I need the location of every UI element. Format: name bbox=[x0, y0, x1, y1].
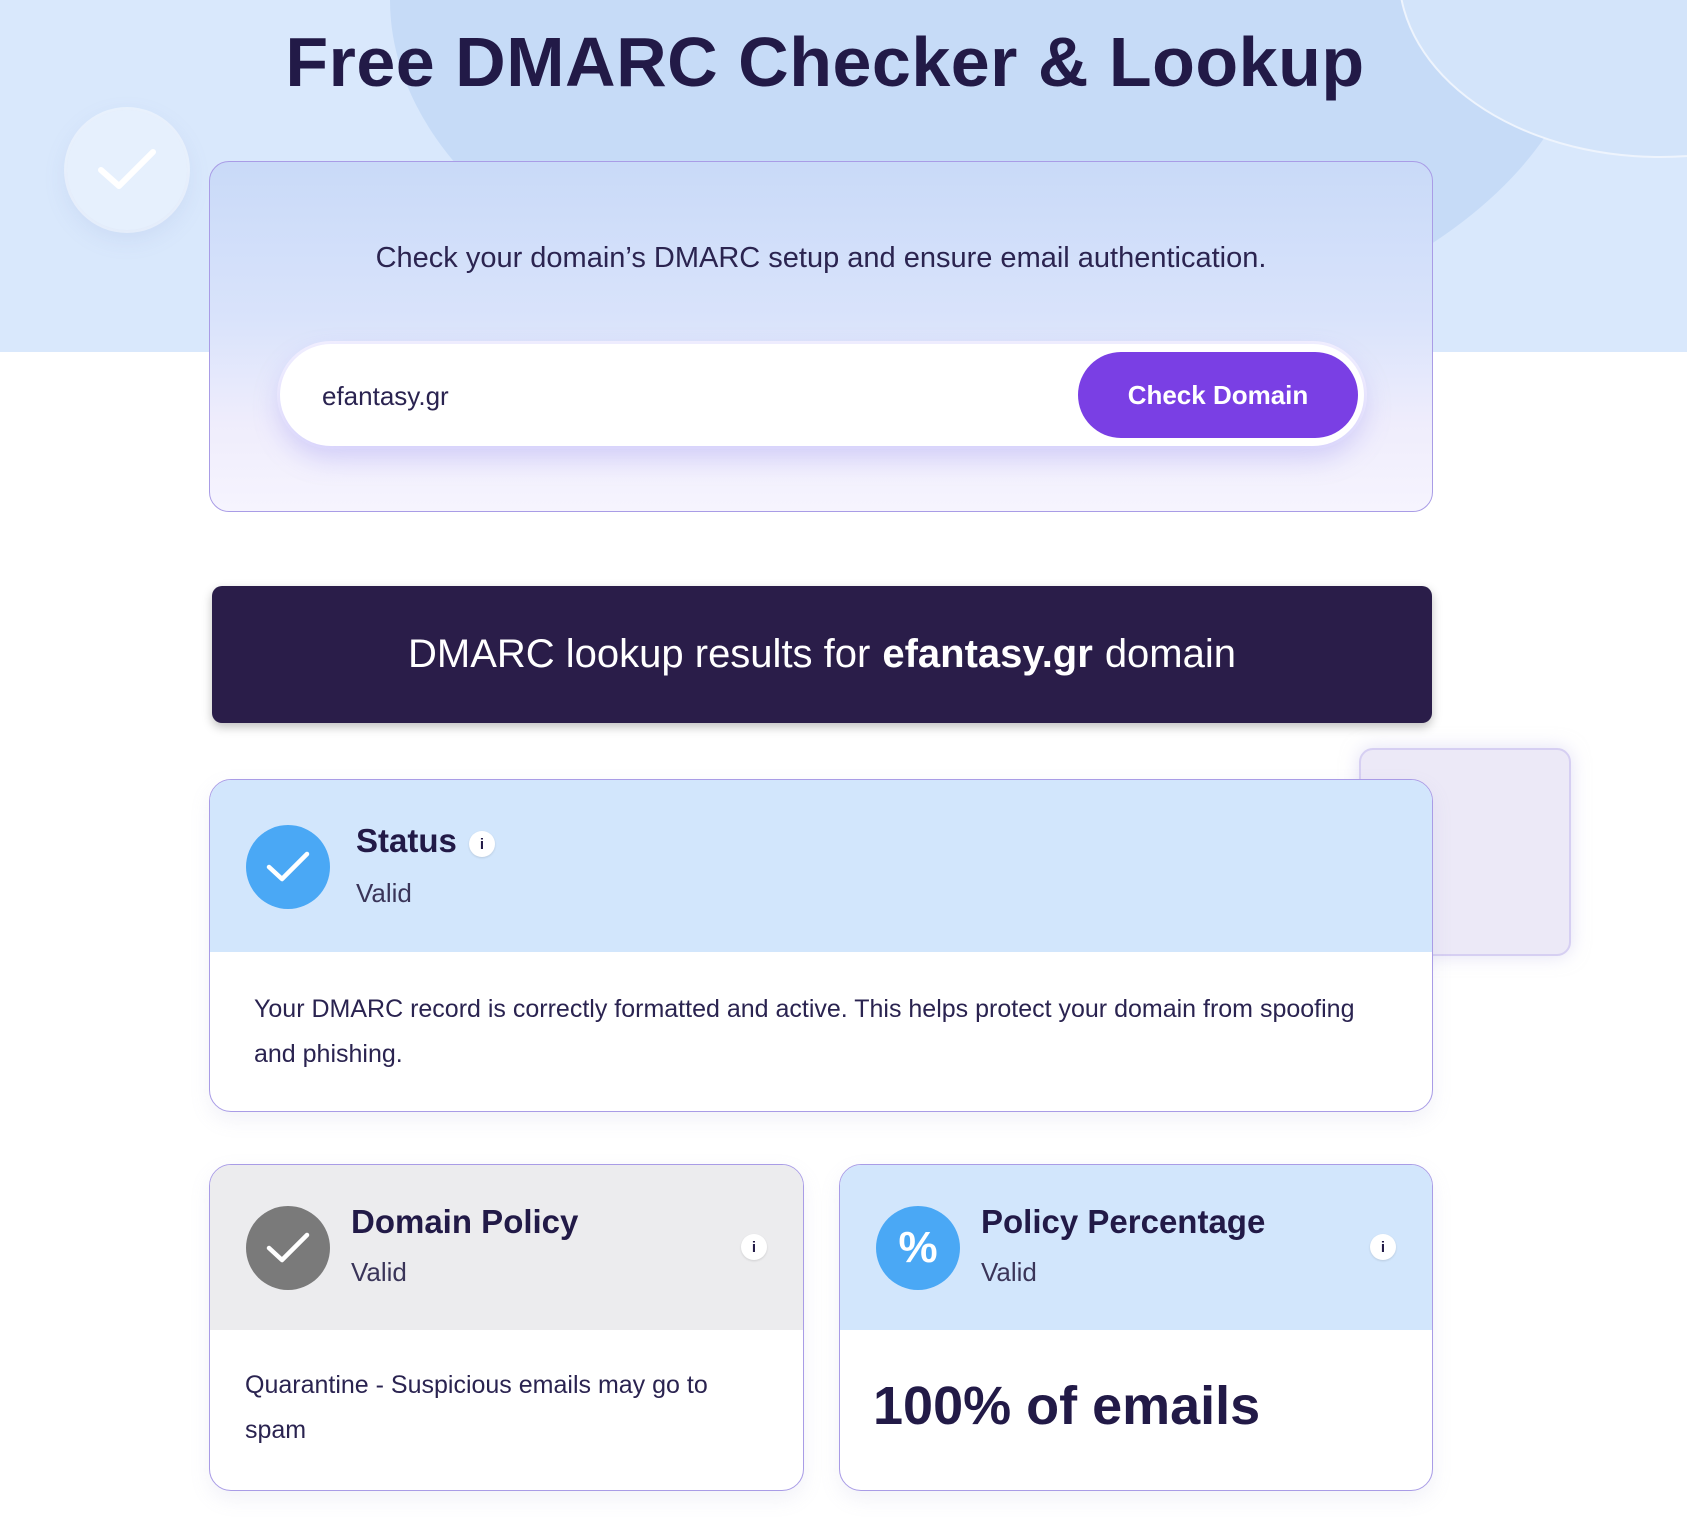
policy-percentage-header: % Policy Percentage Valid i bbox=[840, 1165, 1432, 1330]
status-info-icon[interactable]: i bbox=[469, 831, 495, 857]
domain-policy-title: Domain Policy bbox=[351, 1203, 579, 1240]
domain-policy-value: Valid bbox=[351, 1257, 407, 1287]
policy-percentage-info-icon[interactable]: i bbox=[1370, 1234, 1396, 1260]
domain-policy-header: Domain Policy Valid i bbox=[210, 1165, 803, 1330]
page-title: Free DMARC Checker & Lookup bbox=[285, 23, 1365, 101]
results-banner: DMARC lookup results for efantasy.gr dom… bbox=[212, 586, 1432, 723]
domain-input[interactable] bbox=[320, 368, 1024, 424]
policy-percentage-big-value: 100% of emails bbox=[873, 1376, 1261, 1436]
status-card: Status i Valid Your DMARC record is corr… bbox=[209, 779, 1433, 1112]
status-title: Status bbox=[356, 822, 457, 859]
check-circle-icon bbox=[246, 825, 330, 909]
domain-policy-card: Domain Policy Valid i Quarantine - Suspi… bbox=[209, 1164, 804, 1491]
policy-percentage-card: % Policy Percentage Valid i 100% of emai… bbox=[839, 1164, 1433, 1491]
policy-percentage-value: Valid bbox=[981, 1257, 1037, 1287]
check-circle-icon bbox=[246, 1206, 330, 1290]
search-subtitle: Check your domain’s DMARC setup and ensu… bbox=[375, 242, 1267, 274]
results-prefix: DMARC lookup results for bbox=[407, 632, 871, 676]
check-domain-button[interactable]: Check Domain bbox=[1078, 352, 1358, 438]
status-description: Your DMARC record is correctly formatted… bbox=[254, 995, 1355, 1068]
results-domain: efantasy.gr bbox=[882, 632, 1093, 676]
domain-policy-description: Quarantine - Suspicious emails may go to… bbox=[245, 1371, 708, 1444]
decorative-check-icon bbox=[67, 110, 187, 230]
search-card: Check your domain’s DMARC setup and ensu… bbox=[209, 161, 1433, 512]
status-card-header: Status i Valid bbox=[210, 780, 1432, 952]
policy-percentage-title: Policy Percentage bbox=[981, 1203, 1266, 1240]
results-suffix: domain bbox=[1104, 632, 1237, 676]
search-bar: Check Domain bbox=[280, 344, 1364, 446]
percent-icon: % bbox=[876, 1206, 960, 1290]
status-value: Valid bbox=[356, 878, 412, 908]
domain-policy-info-icon[interactable]: i bbox=[741, 1234, 767, 1260]
